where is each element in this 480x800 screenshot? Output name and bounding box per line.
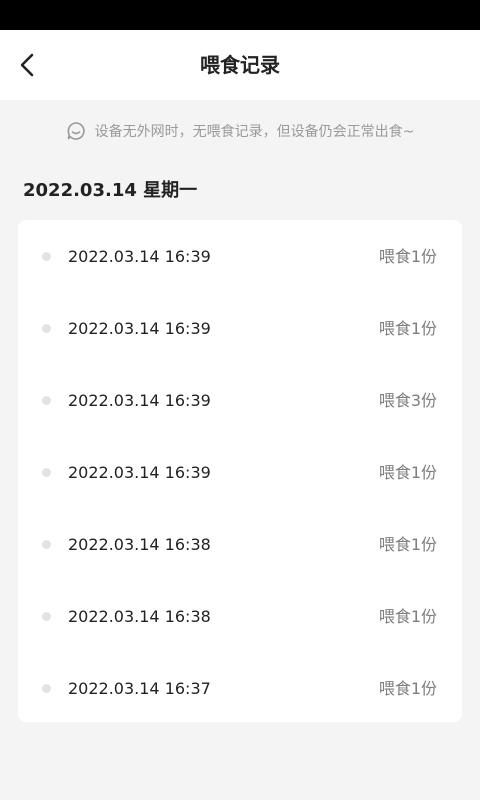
records-card: 2022.03.14 16:39 喂食1份 2022.03.14 16:39 喂…: [18, 220, 462, 722]
record-row: 2022.03.14 16:39 喂食1份: [18, 293, 462, 365]
record-row: 2022.03.14 16:38 喂食1份: [18, 581, 462, 653]
timeline-dot: [42, 396, 51, 405]
record-row: 2022.03.14 16:39 喂食1份: [18, 437, 462, 509]
status-bar: [0, 0, 480, 30]
record-time: 2022.03.14 16:39: [68, 463, 211, 482]
notice-banner: 设备无外网时，无喂食记录，但设备仍会正常出食~: [0, 100, 480, 162]
record-time: 2022.03.14 16:39: [68, 319, 211, 338]
chat-bubble-icon: [66, 121, 86, 141]
notice-text: 设备无外网时，无喂食记录，但设备仍会正常出食~: [94, 124, 415, 140]
timeline-dot: [42, 324, 51, 333]
timeline-dot: [42, 684, 51, 693]
record-amount: 喂食1份: [378, 679, 437, 698]
date-heading: 2022.03.14 星期一: [23, 180, 198, 201]
nav-bar: 喂食记录: [0, 30, 480, 100]
record-time: 2022.03.14 16:39: [68, 391, 211, 410]
record-amount: 喂食1份: [378, 319, 437, 338]
record-amount: 喂食1份: [378, 535, 437, 554]
timeline-dot: [42, 612, 51, 621]
record-time: 2022.03.14 16:37: [68, 679, 211, 698]
timeline-dot: [42, 540, 51, 549]
record-time: 2022.03.14 16:38: [68, 607, 211, 626]
timeline-dot: [42, 468, 51, 477]
record-time: 2022.03.14 16:39: [68, 247, 211, 266]
record-amount: 喂食1份: [378, 247, 437, 266]
record-row: 2022.03.14 16:39 喂食3份: [18, 365, 462, 437]
page-title: 喂食记录: [200, 53, 280, 77]
record-amount: 喂食1份: [378, 607, 437, 626]
record-time: 2022.03.14 16:38: [68, 535, 211, 554]
record-amount: 喂食1份: [378, 463, 437, 482]
record-row: 2022.03.14 16:39 喂食1份: [18, 221, 462, 293]
record-amount: 喂食3份: [378, 391, 437, 410]
record-row: 2022.03.14 16:37 喂食1份: [18, 653, 462, 725]
record-row: 2022.03.14 16:38 喂食1份: [18, 509, 462, 581]
timeline-dot: [42, 252, 51, 261]
